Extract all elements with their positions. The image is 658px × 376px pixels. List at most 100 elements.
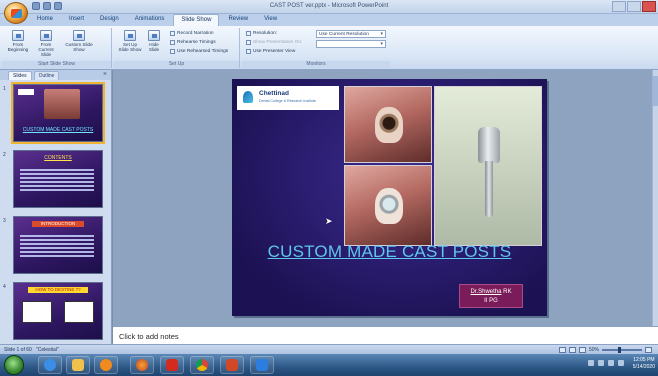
resolution-select[interactable]: Use Current Resolution: [316, 30, 386, 38]
acrobat-icon[interactable]: [160, 356, 184, 374]
author-name: Dr.Shwetha: [470, 289, 502, 295]
set-up-show-button[interactable]: Set Up Slide Show: [118, 30, 142, 52]
use-rehearsed-checkbox[interactable]: Use Rehearsed Timings: [170, 49, 228, 54]
set-up-group: Set Up Slide Show Hide Slide Record Narr…: [114, 28, 240, 68]
presenter-view-label: Use Presenter View: [253, 49, 296, 54]
normal-view-icon[interactable]: [558, 347, 566, 353]
save-icon[interactable]: [32, 2, 40, 10]
ie-icon[interactable]: [38, 356, 62, 374]
windows-start-icon[interactable]: [4, 355, 24, 375]
checkbox-icon: [246, 49, 251, 54]
zoom-slider[interactable]: [602, 347, 642, 353]
close-icon[interactable]: ×: [103, 71, 107, 78]
clock[interactable]: 12:05 PM 5/14/2020: [633, 357, 655, 371]
close-button[interactable]: [642, 1, 656, 12]
author-suffix: RK: [501, 289, 512, 295]
battery-icon[interactable]: [618, 360, 624, 366]
firefox-icon[interactable]: [130, 356, 154, 374]
tab-review[interactable]: Review: [221, 14, 255, 26]
tab-insert[interactable]: Insert: [62, 14, 91, 26]
theme-name: "Celestial": [35, 347, 59, 353]
checkbox-icon: [170, 49, 175, 54]
rehearse-timings-button[interactable]: Rehearse Timings: [170, 40, 216, 45]
from-beginning-label: From Beginning: [7, 42, 29, 52]
show-on-select[interactable]: [316, 40, 386, 48]
record-narration-label: Record Narration: [177, 31, 214, 36]
tray-arrow-icon[interactable]: [588, 360, 594, 366]
scrollbar-thumb[interactable]: [653, 76, 658, 106]
thumbnail-image: CONTENTS: [13, 150, 103, 208]
tooth-photo-1[interactable]: [344, 86, 432, 163]
minimize-button[interactable]: [612, 1, 626, 12]
slide-title[interactable]: CUSTOM MADE CAST POSTS: [232, 242, 547, 262]
hide-slide-button[interactable]: Hide Slide: [144, 30, 164, 52]
from-beginning-button[interactable]: From Beginning: [6, 30, 30, 52]
tooth-photo-2[interactable]: [344, 165, 432, 246]
powerpoint-icon[interactable]: [220, 356, 244, 374]
post-shaft-graphic: [485, 161, 493, 217]
tab-slides[interactable]: Slides: [8, 71, 32, 80]
quick-access-toolbar: [32, 2, 62, 10]
monitors-group-label: Monitors: [242, 61, 390, 68]
title-bar: CAST POST ver.pptx - Microsoft PowerPoin…: [0, 0, 658, 14]
vertical-scrollbar[interactable]: [652, 70, 658, 326]
college-logo: Chettinad Dental College & Research Inst…: [237, 86, 339, 110]
slide-show-icon[interactable]: [578, 347, 586, 353]
explorer-icon[interactable]: [66, 356, 90, 374]
zoom-level[interactable]: 50%: [589, 347, 599, 353]
hide-slide-icon: [148, 30, 160, 41]
status-bar: Slide 1 of 60 "Celestial" 50%: [0, 344, 658, 354]
custom-show-icon: [73, 30, 85, 41]
media-player-icon[interactable]: [94, 356, 118, 374]
slides-panel: Slides Outline × 1 CUSTOM MADE CAST POST…: [0, 70, 112, 344]
thumbnail-title: CUSTOM MADE CAST POSTS: [22, 127, 94, 133]
tab-design[interactable]: Design: [93, 14, 126, 26]
set-up-show-label: Set Up Slide Show: [118, 42, 142, 52]
slide-sorter-icon[interactable]: [568, 347, 576, 353]
record-narration-button[interactable]: Record Narration: [170, 31, 214, 36]
clock-time: 12:05 PM: [633, 357, 655, 363]
thumbnail-box: [64, 301, 94, 323]
window-title: CAST POST ver.pptx - Microsoft PowerPoin…: [269, 3, 389, 9]
logo-name: Chettinad: [259, 90, 289, 97]
current-slide[interactable]: Chettinad Dental College & Research Inst…: [232, 79, 547, 316]
cast-post-photo[interactable]: [434, 86, 542, 246]
slide-count: Slide 1 of 60: [4, 347, 32, 353]
window-controls: [612, 1, 656, 12]
fit-window-icon[interactable]: [645, 347, 652, 353]
slide-number: 1: [3, 86, 6, 92]
post-core-graphic: [478, 127, 500, 163]
from-current-button[interactable]: From Current Slide: [34, 30, 58, 57]
volume-icon[interactable]: [608, 360, 614, 366]
slide-number: 2: [3, 152, 6, 158]
taskbar: 12:05 PM 5/14/2020: [0, 354, 658, 376]
thumbnail-image: HOW TO DESTINE ??: [13, 282, 103, 340]
tab-view[interactable]: View: [257, 14, 284, 26]
tab-animations[interactable]: Animations: [128, 14, 172, 26]
tab-slide-show[interactable]: Slide Show: [173, 14, 220, 26]
monitor-icon: [246, 31, 251, 36]
office-button[interactable]: [4, 2, 28, 24]
undo-icon[interactable]: [43, 2, 51, 10]
tab-home[interactable]: Home: [30, 14, 60, 26]
system-tray: [588, 360, 624, 366]
notes-pane[interactable]: Click to add notes: [113, 326, 658, 344]
chrome-icon[interactable]: [190, 356, 214, 374]
author-name-line: Dr.Shwetha RK: [460, 289, 522, 295]
network-icon[interactable]: [598, 360, 604, 366]
play-current-icon: [40, 30, 52, 41]
author-box[interactable]: Dr.Shwetha RK II PG: [459, 284, 523, 308]
thumbnail-text-lines: [20, 235, 94, 259]
app-icon[interactable]: [250, 356, 274, 374]
slide-editor[interactable]: Chettinad Dental College & Research Inst…: [113, 70, 652, 326]
mouse-pointer-icon: ➤: [325, 216, 333, 226]
presenter-view-checkbox[interactable]: Use Presenter View: [246, 49, 295, 54]
ribbon: From Beginning From Current Slide Custom…: [0, 26, 658, 70]
tab-outline[interactable]: Outline: [33, 71, 60, 80]
custom-show-button[interactable]: Custom Slide Show: [64, 30, 94, 52]
maximize-button[interactable]: [627, 1, 641, 12]
status-slide-info: Slide 1 of 60 "Celestial": [4, 347, 59, 353]
redo-icon[interactable]: [54, 2, 62, 10]
clock-date: 5/14/2020: [632, 364, 655, 370]
thumbnail-title: INTRODUCTION: [32, 221, 84, 227]
